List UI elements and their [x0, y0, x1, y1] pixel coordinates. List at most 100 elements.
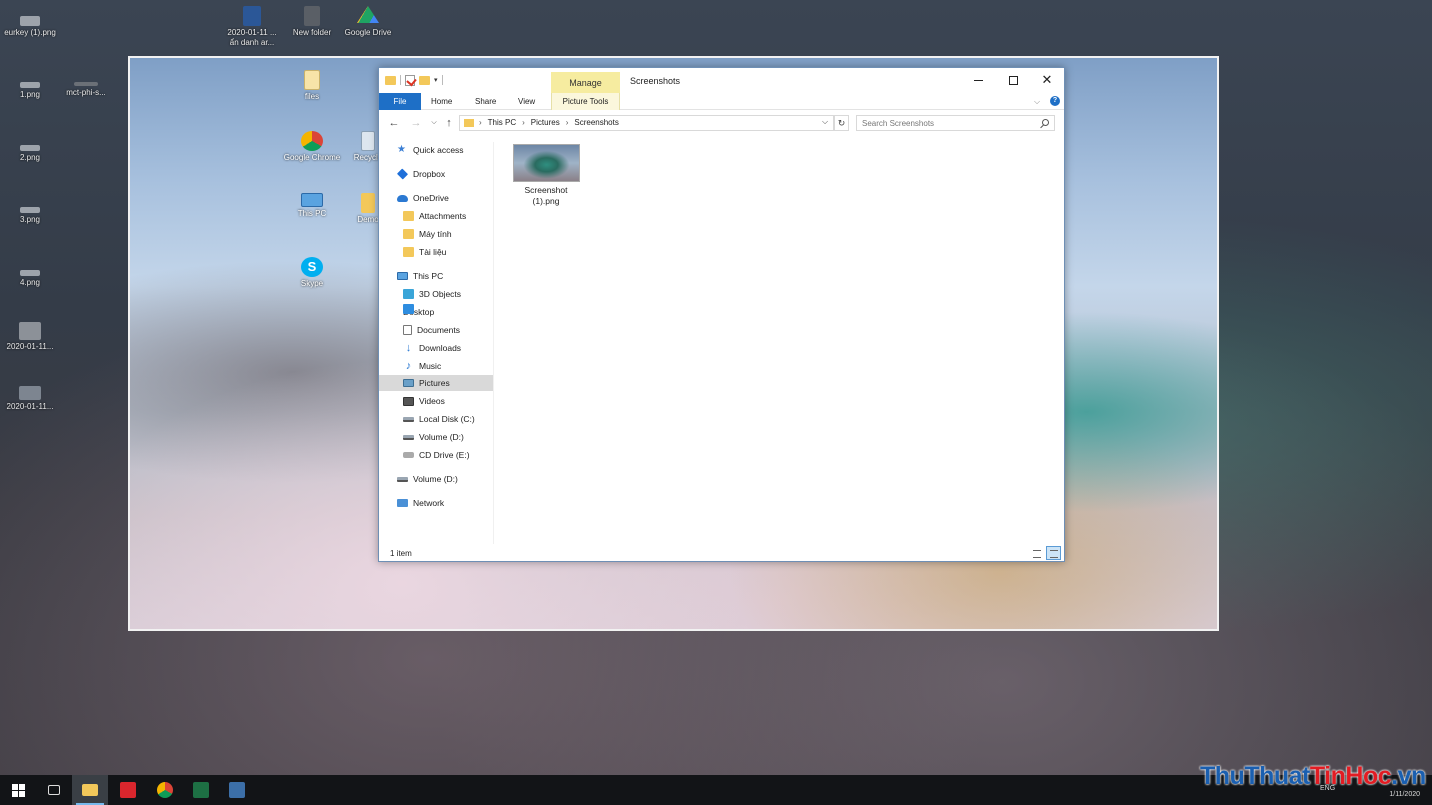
- chrome-icon: [301, 131, 323, 151]
- chevron-down-icon: ⌵: [431, 119, 437, 126]
- minimize-button[interactable]: [961, 68, 995, 92]
- help-icon[interactable]: ?: [1050, 96, 1060, 106]
- local-disk-icon: [403, 416, 414, 422]
- maximize-button[interactable]: [996, 68, 1030, 92]
- nav-item-onedrive[interactable]: OneDrive: [397, 190, 449, 206]
- properties-icon[interactable]: [405, 74, 415, 86]
- star-icon: ★: [397, 144, 406, 155]
- nav-label: Dropbox: [413, 169, 446, 179]
- chevron-right-icon[interactable]: ›: [566, 118, 569, 127]
- desktop-icon-eurkey[interactable]: eurkey (1).png: [0, 16, 60, 38]
- new-folder-icon[interactable]: [419, 75, 430, 85]
- taskbar-file-explorer[interactable]: [72, 775, 108, 805]
- large-icons-view-button[interactable]: [1046, 546, 1061, 560]
- nav-item-attachments[interactable]: Attachments: [403, 208, 466, 224]
- nav-item-music[interactable]: ♪ Music: [403, 358, 441, 374]
- nav-item-pictures[interactable]: Pictures: [379, 375, 493, 391]
- nav-item-documents[interactable]: Documents: [403, 322, 460, 338]
- desktop-icon-new-folder[interactable]: New folder: [282, 6, 342, 38]
- nav-item-may-tinh[interactable]: Máy tính: [403, 226, 452, 242]
- title-bar[interactable]: ▾ Manage Screenshots ✕: [379, 68, 1064, 94]
- toolbar-divider: [441, 75, 443, 85]
- breadcrumb-screenshots[interactable]: Screenshots: [574, 118, 618, 127]
- tab-file[interactable]: File: [379, 93, 421, 110]
- breadcrumb-this-pc[interactable]: This PC: [488, 118, 516, 127]
- task-view-button[interactable]: [36, 775, 72, 805]
- dropbox-icon: [396, 168, 409, 180]
- pin-app-icon: [120, 782, 136, 798]
- nav-label: Máy tính: [419, 229, 452, 239]
- item-count: 1 item: [390, 549, 412, 558]
- refresh-icon: ↻: [837, 118, 846, 128]
- folder-icon: [361, 193, 375, 213]
- taskbar-chrome[interactable]: [147, 775, 183, 805]
- folder-icon: [304, 6, 320, 26]
- taskbar-pin-app[interactable]: [110, 775, 146, 805]
- nav-item-desktop[interactable]: Desktop: [403, 304, 434, 320]
- desktop-icon-word-doc[interactable]: 2020-01-11 ... ẩn danh ar...: [222, 6, 282, 48]
- music-icon: ♪: [405, 360, 412, 372]
- start-button[interactable]: [0, 775, 36, 805]
- folder-icon: [403, 247, 414, 257]
- back-button[interactable]: ←: [387, 116, 401, 130]
- forward-arrow-icon: →: [410, 117, 422, 129]
- desktop-icon-files[interactable]: files: [282, 70, 342, 102]
- nav-item-quick-access[interactable]: ★ Quick access: [397, 142, 464, 158]
- chevron-right-icon[interactable]: ›: [522, 118, 525, 127]
- address-dropdown-icon[interactable]: ⌵: [822, 117, 828, 127]
- nav-label: 3D Objects: [419, 289, 462, 299]
- refresh-button[interactable]: ↻: [834, 115, 849, 131]
- nav-item-dropbox[interactable]: Dropbox: [396, 166, 446, 182]
- nav-item-tai-lieu[interactable]: Tài liệu: [403, 244, 446, 260]
- tab-picture-tools[interactable]: Picture Tools: [551, 93, 620, 110]
- desktop-icon-this-pc[interactable]: This PC: [282, 193, 342, 219]
- file-list-area[interactable]: Screenshot (1).png: [496, 142, 1064, 544]
- nav-item-volume-d-root[interactable]: Volume (D:): [397, 471, 458, 487]
- desktop-icon-4png[interactable]: 4.png: [0, 270, 60, 288]
- taskbar-excel[interactable]: [183, 775, 219, 805]
- nav-label: This PC: [413, 271, 444, 281]
- nav-item-local-disk-c[interactable]: Local Disk (C:): [403, 411, 475, 427]
- search-box[interactable]: [856, 115, 1055, 131]
- customize-toolbar-icon[interactable]: ▾: [434, 76, 438, 84]
- address-bar[interactable]: › This PC › Pictures › Screenshots ⌵: [459, 115, 834, 131]
- up-button[interactable]: ↑: [442, 116, 456, 130]
- desktop-icon-skype[interactable]: S Skype: [282, 257, 342, 289]
- nav-item-videos[interactable]: Videos: [403, 393, 445, 409]
- nav-item-this-pc[interactable]: This PC: [397, 268, 443, 284]
- desktop-icon-chrome[interactable]: Google Chrome: [282, 131, 342, 163]
- nav-label: Music: [419, 361, 442, 371]
- forward-button[interactable]: →: [409, 116, 423, 130]
- desktop-icon-mct[interactable]: mct-phi-s...: [56, 82, 116, 98]
- nav-item-cd-drive-e[interactable]: CD Drive (E:): [403, 447, 470, 463]
- nav-item-downloads[interactable]: ↓ Downloads: [403, 340, 461, 356]
- desktop-icon-2020-a[interactable]: 2020-01-11...: [0, 322, 60, 352]
- drive-icon: [403, 434, 414, 440]
- desktop-icon-google-drive[interactable]: Google Drive: [338, 6, 398, 38]
- nav-label: Network: [413, 498, 445, 508]
- file-explorer-window[interactable]: ▾ Manage Screenshots ✕ File Home Share V…: [378, 67, 1065, 562]
- nav-item-volume-d[interactable]: Volume (D:): [403, 429, 464, 445]
- desktop-icon-1png[interactable]: 1.png: [0, 82, 60, 100]
- taskbar-app-s[interactable]: [219, 775, 255, 805]
- tab-share[interactable]: Share: [475, 93, 496, 110]
- file-item[interactable]: Screenshot (1).png: [511, 144, 581, 207]
- nav-label: Attachments: [419, 211, 467, 221]
- expand-ribbon-icon[interactable]: ⌵: [1034, 97, 1040, 107]
- videos-icon: [403, 396, 414, 406]
- nav-label: Pictures: [419, 378, 450, 388]
- desktop-icon-3png[interactable]: 3.png: [0, 207, 60, 225]
- desktop-icon-2png[interactable]: 2.png: [0, 145, 60, 163]
- image-file-icon: [20, 145, 40, 151]
- breadcrumb-pictures[interactable]: Pictures: [531, 118, 560, 127]
- search-input[interactable]: [857, 116, 1032, 130]
- close-button[interactable]: ✕: [1030, 68, 1064, 92]
- nav-item-network[interactable]: Network: [397, 495, 444, 511]
- tab-view[interactable]: View: [518, 93, 535, 110]
- tab-manage[interactable]: Manage: [551, 72, 620, 94]
- recent-locations-button[interactable]: ⌵: [427, 116, 441, 130]
- details-view-button[interactable]: [1029, 546, 1044, 560]
- nav-item-3d-objects[interactable]: 3D Objects: [403, 286, 461, 302]
- desktop-icon-2020-b[interactable]: 2020-01-11...: [0, 386, 60, 412]
- tab-home[interactable]: Home: [431, 93, 452, 110]
